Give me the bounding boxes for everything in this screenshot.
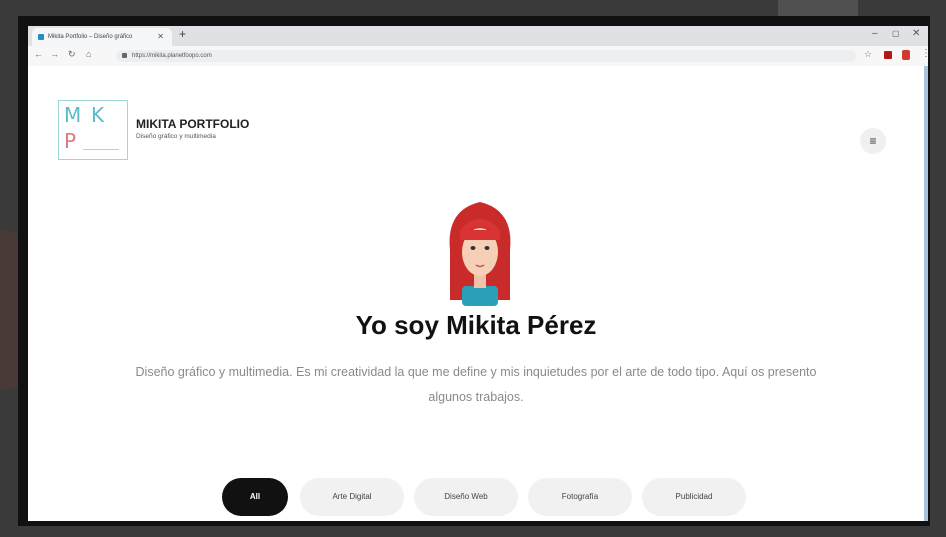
browser-window: Mikita Portfolio – Diseño gráfico ✕ + – … bbox=[18, 16, 930, 526]
filter-arte-digital[interactable]: Arte Digital bbox=[300, 478, 404, 516]
home-icon[interactable]: ⌂ bbox=[86, 49, 91, 59]
minimize-button[interactable]: – bbox=[872, 28, 878, 39]
new-tab-button[interactable]: + bbox=[179, 27, 186, 41]
extension-icon[interactable] bbox=[902, 50, 910, 60]
page-headline: Yo soy Mikita Pérez bbox=[353, 310, 599, 341]
url-text: https://mikita.planetfoopo.com bbox=[132, 53, 212, 59]
back-icon[interactable]: ← bbox=[34, 49, 43, 59]
avatar-shirt bbox=[462, 286, 498, 306]
site-logo[interactable]: M K P bbox=[58, 100, 128, 160]
address-bar: ← → ↻ ⌂ https://mikita.planetfoopo.com ☆… bbox=[28, 46, 930, 67]
close-tab-icon[interactable]: ✕ bbox=[157, 28, 164, 46]
tab-title: Mikita Portfolio – Diseño gráfico bbox=[48, 34, 133, 40]
filter-diseno-web[interactable]: Diseño Web bbox=[414, 478, 518, 516]
portfolio-filters: All Arte Digital Diseño Web Fotografía P… bbox=[28, 478, 924, 518]
extension-icon[interactable] bbox=[884, 51, 892, 59]
headline-text: Yo soy Mikita Pérez bbox=[355, 310, 597, 340]
avatar-fringe bbox=[460, 230, 500, 240]
scrollbar[interactable] bbox=[924, 66, 928, 521]
browser-tab[interactable]: Mikita Portfolio – Diseño gráfico ✕ bbox=[32, 28, 172, 46]
menu-icon: ≡ bbox=[869, 134, 877, 148]
lock-icon bbox=[122, 53, 127, 58]
favicon-icon bbox=[38, 34, 44, 40]
url-input[interactable]: https://mikita.planetfoopo.com bbox=[116, 50, 856, 62]
browser-menu-icon[interactable]: ⋮ bbox=[921, 48, 930, 59]
avatar-neck bbox=[474, 274, 486, 288]
avatar-eye bbox=[470, 246, 476, 250]
logo-letter: P bbox=[64, 129, 77, 153]
reload-icon[interactable]: ↻ bbox=[68, 49, 76, 60]
hamburger-menu-button[interactable]: ≡ bbox=[860, 128, 886, 154]
filter-fotografia[interactable]: Fotografía bbox=[528, 478, 632, 516]
headline-container: Yo soy Mikita Pérez bbox=[28, 310, 924, 341]
tab-bar: Mikita Portfolio – Diseño gráfico ✕ + – … bbox=[28, 26, 928, 46]
bookmark-star-icon[interactable]: ☆ bbox=[864, 49, 872, 60]
intro-paragraph: Diseño gráfico y multimedia. Es mi creat… bbox=[135, 365, 817, 404]
close-window-button[interactable]: ✕ bbox=[912, 28, 920, 39]
avatar-illustration bbox=[449, 202, 511, 306]
forward-icon[interactable]: → bbox=[50, 49, 59, 59]
logo-letter: M bbox=[64, 103, 82, 127]
page-content: M K P MIKITA PORTFOLIO Diseño gráfico y … bbox=[28, 66, 924, 521]
avatar-eye bbox=[484, 246, 490, 250]
logo-letter: K bbox=[91, 103, 105, 127]
site-title[interactable]: MIKITA PORTFOLIO bbox=[136, 117, 249, 131]
maximize-button[interactable]: ▢ bbox=[892, 29, 900, 38]
logo-underline bbox=[83, 149, 119, 150]
filter-publicidad[interactable]: Publicidad bbox=[642, 478, 746, 516]
filter-all[interactable]: All bbox=[222, 478, 288, 516]
site-subtitle: Diseño gráfico y multimedia bbox=[136, 133, 216, 140]
